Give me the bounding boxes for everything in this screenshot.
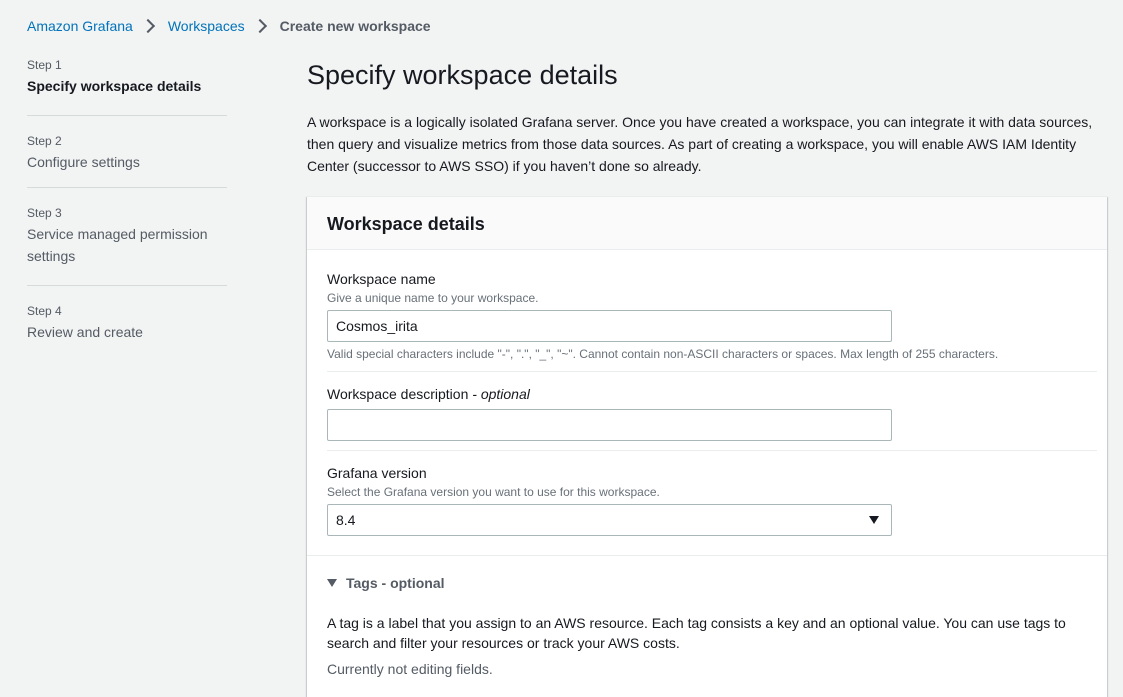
workspace-description-field: Workspace description - optional [327, 384, 1097, 441]
field-divider [327, 450, 1097, 451]
field-divider [327, 371, 1097, 372]
grafana-version-field: Grafana version Select the Grafana versi… [327, 463, 1097, 536]
workspace-name-description: Give a unique name to your workspace. [327, 291, 539, 305]
page-intro-text: A workspace is a logically isolated Graf… [307, 114, 1093, 174]
tags-description: A tag is a label that you assign to an A… [327, 615, 1066, 651]
page-title: Specify workspace details [307, 60, 618, 90]
optional-tag: - optional [472, 386, 530, 402]
workspace-details-panel: Workspace details Workspace name Give a … [307, 196, 1107, 697]
grafana-version-selected-value: 8.4 [336, 512, 356, 528]
tags-expand-toggle[interactable]: Tags - optional [327, 575, 445, 591]
workspace-name-field: Workspace name Give a unique name to you… [327, 269, 1097, 362]
wizard-step-2: Step 2 Configure settings [27, 116, 227, 188]
tags-toggle-label: Tags - optional [346, 575, 445, 591]
wizard-step-3: Step 3 Service managed permission settin… [27, 188, 227, 286]
step-title: Configure settings [27, 154, 140, 170]
step-number: Step 3 [27, 206, 62, 220]
grafana-version-label: Grafana version [327, 465, 427, 481]
workspace-description-label-text: Workspace description [327, 386, 469, 402]
wizard-step-1: Step 1 Specify workspace details [27, 56, 227, 116]
workspace-description-label: Workspace description - optional [327, 384, 1097, 404]
breadcrumb-current: Create new workspace [279, 18, 431, 34]
caret-down-icon [327, 579, 337, 587]
step-title: Review and create [27, 324, 143, 340]
workspace-name-label: Workspace name [327, 271, 436, 287]
breadcrumb-link-workspaces[interactable]: Workspaces [168, 18, 245, 34]
grafana-version-description: Select the Grafana version you want to u… [327, 485, 660, 499]
breadcrumb-link-amazon-grafana[interactable]: Amazon Grafana [27, 18, 133, 34]
step-title: Service managed permission settings [27, 226, 208, 264]
workspace-description-input[interactable] [327, 409, 892, 441]
breadcrumb: Amazon Grafana Workspaces Create new wor… [27, 16, 431, 36]
step-title: Specify workspace details [27, 78, 202, 94]
panel-header: Workspace details [307, 197, 1107, 250]
wizard-step-4: Step 4 Review and create [27, 286, 227, 343]
step-number: Step 2 [27, 134, 62, 148]
workspace-name-input[interactable] [327, 310, 892, 342]
step-number: Step 4 [27, 304, 62, 318]
panel-title: Workspace details [327, 214, 485, 234]
wizard-steps-nav: Step 1 Specify workspace details Step 2 … [27, 56, 227, 343]
chevron-right-icon [140, 18, 155, 34]
caret-down-icon [869, 516, 879, 524]
grafana-version-select[interactable]: 8.4 [327, 504, 892, 536]
tags-status-text: Currently not editing fields. [327, 661, 493, 677]
chevron-right-icon [252, 18, 267, 34]
step-number: Step 1 [27, 58, 62, 72]
section-divider [307, 555, 1107, 556]
workspace-name-constraint: Valid special characters include "-", ".… [327, 347, 999, 361]
